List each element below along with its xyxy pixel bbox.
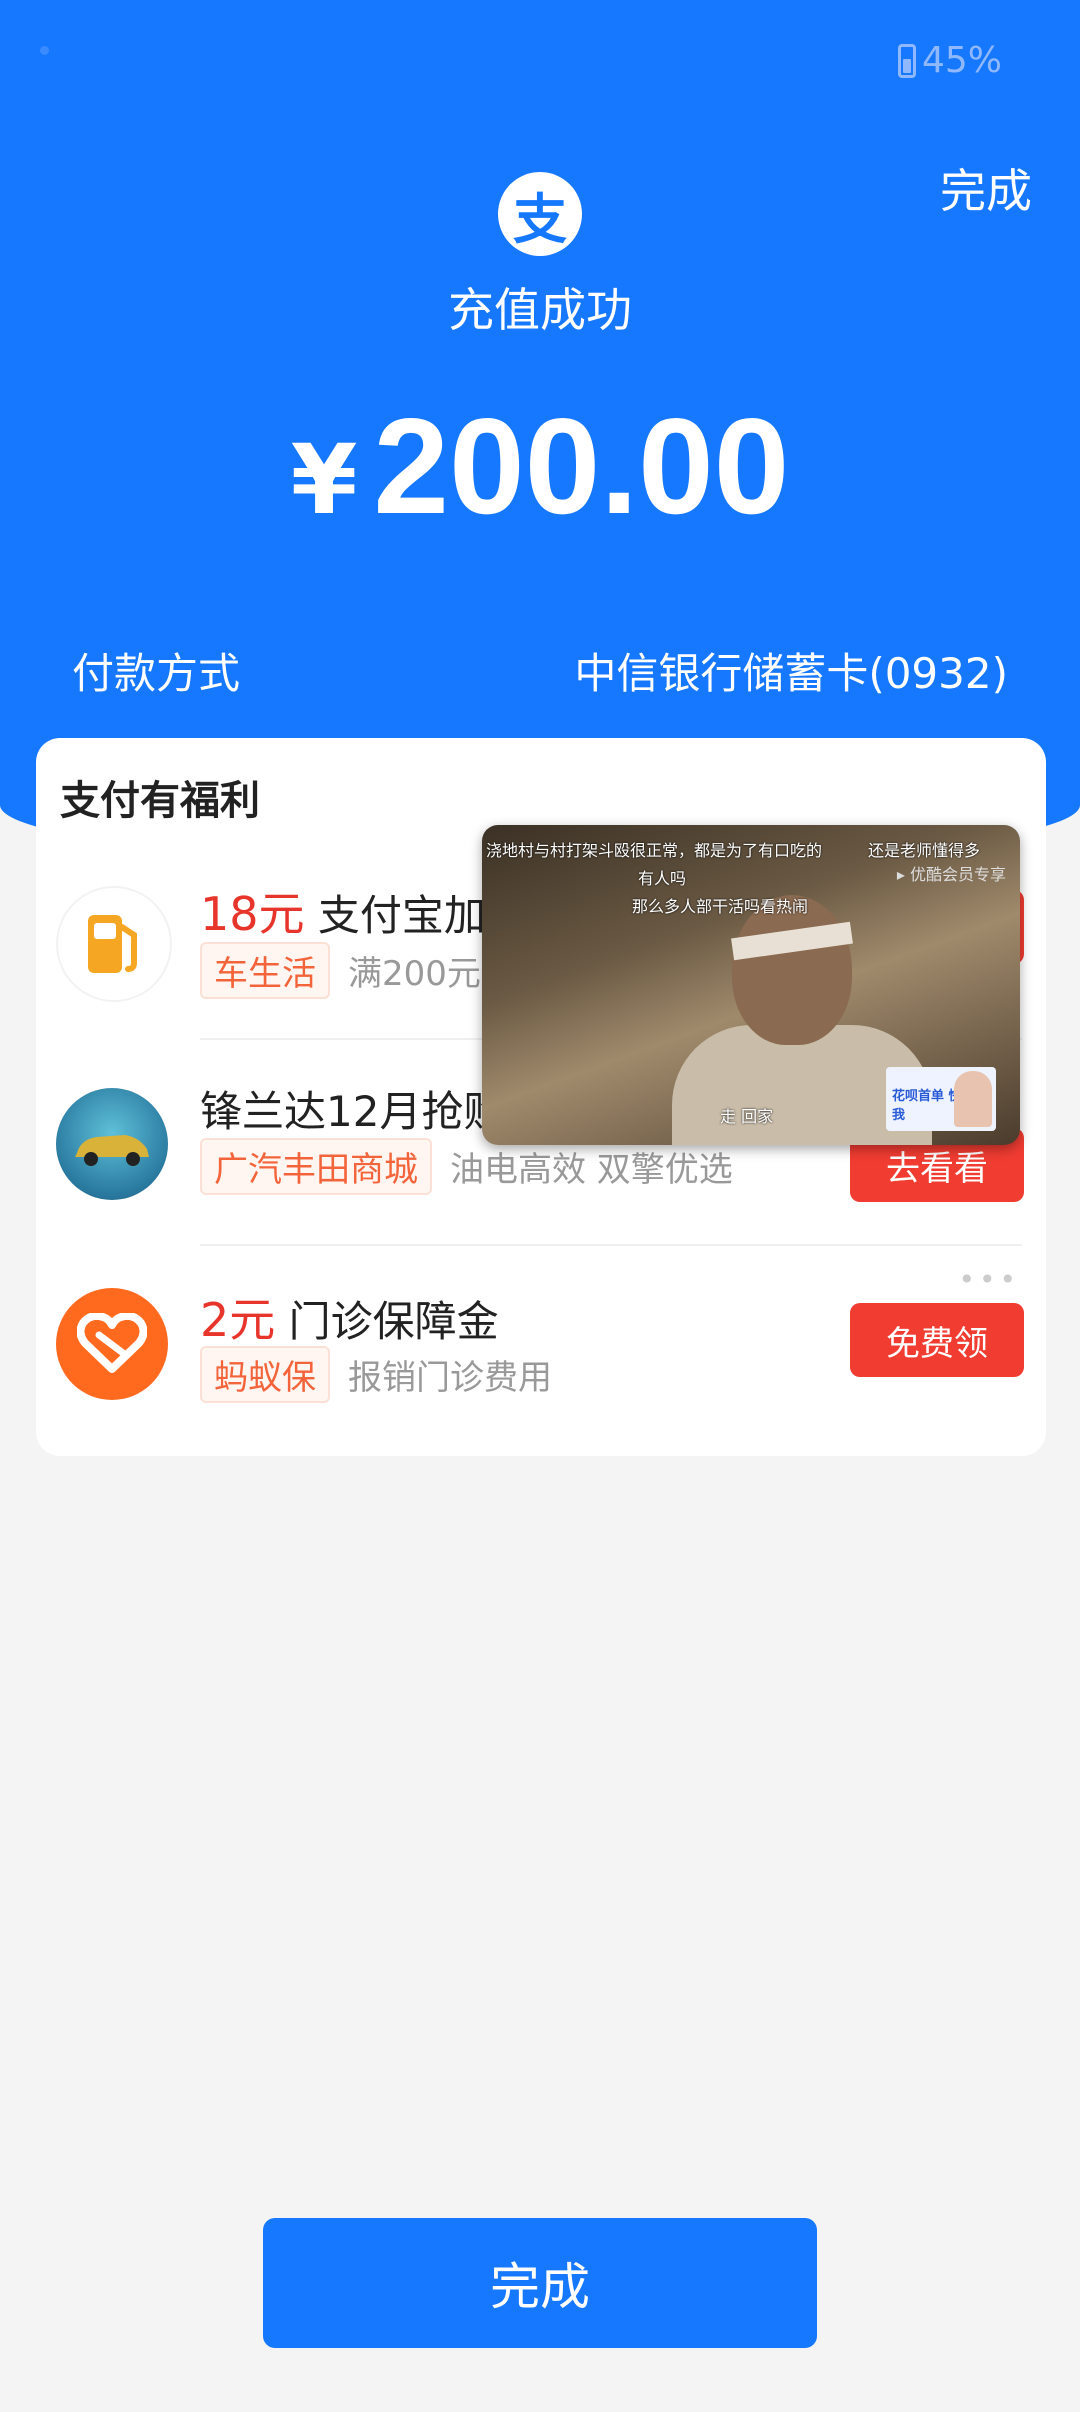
- benefit-subline: 广汽丰田商城 油电高效 双擎优选: [200, 1138, 733, 1195]
- battery-indicator: 45%: [897, 40, 1002, 81]
- amount-display: ¥ 200.00: [0, 388, 1080, 544]
- amount-value: 200.00: [373, 390, 790, 542]
- vip-label: ▸ 优酷会员专享: [896, 865, 1006, 884]
- floating-video-player[interactable]: 浇地村与村打架斗殴很正常，都是为了有口吃的 有人吗 那么多人部干活吗看热闹 还是…: [482, 825, 1020, 1145]
- success-title: 充值成功: [448, 283, 632, 337]
- status-dot: [40, 46, 49, 55]
- benefit-desc: 油电高效 双擎优选: [450, 1150, 733, 1190]
- benefit-name: 门诊保障金: [288, 1297, 499, 1346]
- benefit-tag: 车生活: [200, 942, 330, 999]
- benefit-name: 锋兰达12月抢购: [200, 1087, 506, 1136]
- payment-method-value: 中信银行储蓄卡(0932): [574, 649, 1008, 698]
- video-caption: 走 回家: [720, 1107, 774, 1126]
- benefit-subline: 蚂蚁保 报销门诊费用: [200, 1346, 552, 1403]
- battery-level: 45%: [921, 40, 1002, 81]
- benefit-desc: 报销门诊费用: [348, 1358, 552, 1398]
- video-subtitle: 那么多人部干活吗看热闹: [632, 897, 809, 916]
- benefit-title: 18元 支付宝加油: [200, 878, 528, 944]
- benefit-title: 2元 门诊保障金: [200, 1284, 499, 1350]
- car-ad-icon: [56, 1088, 168, 1200]
- benefit-tag: 蚂蚁保: [200, 1346, 330, 1403]
- alipay-logo-icon: 支: [498, 172, 582, 256]
- payment-method-label: 付款方式: [72, 649, 241, 698]
- done-button[interactable]: 完成: [263, 2218, 817, 2348]
- benefit-title: 锋兰达12月抢购: [200, 1078, 505, 1139]
- benefits-title: 支付有福利: [60, 778, 260, 824]
- vip-label-text: 优酷会员专享: [909, 865, 1006, 884]
- video-ad-banner[interactable]: 花呗首单 快来看我: [886, 1067, 996, 1131]
- logo-glyph: 支: [513, 187, 567, 251]
- gas-pump-icon: [56, 886, 172, 1002]
- heart-shield-icon: [56, 1288, 168, 1400]
- video-subtitle: 有人吗: [638, 869, 687, 888]
- benefit-tag: 广汽丰田商城: [200, 1138, 432, 1195]
- done-link[interactable]: 完成: [940, 155, 1032, 221]
- benefit-price: 2元: [200, 1293, 276, 1347]
- claim-button[interactable]: 免费领: [850, 1303, 1024, 1377]
- video-subtitle: 还是老师懂得多: [868, 841, 981, 860]
- ad-portrait: [954, 1071, 992, 1127]
- currency-symbol: ¥: [290, 424, 358, 536]
- benefit-item-insurance[interactable]: 2元 门诊保障金 蚂蚁保 报销门诊费用 免费领: [36, 1246, 1046, 1426]
- benefit-price: 18元: [200, 887, 305, 941]
- video-subtitle: 浇地村与村打架斗殴很正常，都是为了有口吃的: [486, 841, 823, 860]
- video-figure-face: [732, 895, 852, 1045]
- battery-icon: [897, 43, 916, 78]
